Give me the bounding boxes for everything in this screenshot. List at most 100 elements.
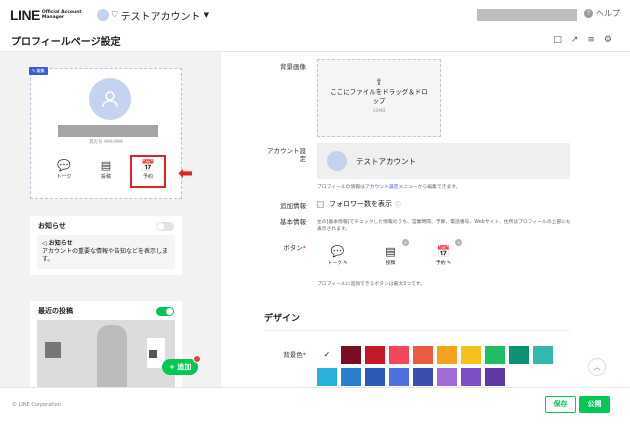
help-label: ヘルプ <box>596 9 620 18</box>
close-icon[interactable]: × <box>455 239 462 246</box>
settings-form: 背景画像 ⇪ ここにファイルをドラッグ＆ドロ ップ 10MB アカウント設定 テ… <box>221 52 630 387</box>
megaphone-icon: ◁ <box>42 240 49 247</box>
buttons-label: ボタン* <box>283 244 306 252</box>
color-swatch[interactable] <box>341 368 361 386</box>
title-toolbar: □ ↗ ≡ ⚙ <box>553 35 612 45</box>
color-swatch[interactable] <box>413 346 433 364</box>
arrow-left-icon: ⬅ <box>178 163 194 184</box>
account-switcher[interactable]: ⛉ テストアカウント ▼ <box>96 8 209 23</box>
follower-count-label: フォロワー数を表示 <box>329 200 392 208</box>
account-avatar <box>96 9 109 21</box>
file-size-limit: 10MB <box>372 109 386 114</box>
bg-image-label: 背景画像 <box>280 63 306 71</box>
preview-buttons: 💬 トーク ▤ 投稿 📅 予約 <box>46 155 166 188</box>
scroll-top-button[interactable]: ︿ <box>588 358 606 376</box>
preview-button-talk[interactable]: 💬 トーク <box>46 159 82 188</box>
color-swatch[interactable]: ✓ <box>317 346 337 364</box>
post-icon: ▤ <box>100 159 112 172</box>
profile-avatar <box>89 78 131 120</box>
preview-button-post[interactable]: ▤ 投稿 <box>88 159 124 188</box>
checkbox[interactable] <box>317 200 324 208</box>
button-item-post[interactable]: × ▤ 投稿 <box>378 239 409 266</box>
external-link-icon[interactable]: ↗ <box>571 35 579 45</box>
color-swatch[interactable] <box>341 346 361 364</box>
button-list: 💬 トーク ✎ × ▤ 投稿 × 📅 予約 ✎ <box>325 239 462 266</box>
notice-title: お知らせ <box>38 222 66 230</box>
button-item-talk[interactable]: 💬 トーク ✎ <box>325 244 350 266</box>
edit-badge[interactable]: ✎ 編集 <box>29 67 48 75</box>
color-swatch[interactable] <box>365 346 385 364</box>
add-button[interactable]: + 追加 <box>162 355 202 375</box>
file-dropzone[interactable]: ⇪ ここにファイルをドラッグ＆ドロ ップ 10MB <box>317 59 441 137</box>
redacted-name <box>58 125 158 137</box>
account-settings-link[interactable]: アカウント設定 <box>365 185 399 190</box>
calendar-icon: 📅 <box>141 159 155 172</box>
color-swatch[interactable] <box>413 368 433 386</box>
color-swatch[interactable] <box>485 346 505 364</box>
color-swatch[interactable] <box>485 368 505 386</box>
upload-icon: ⇪ <box>375 78 383 88</box>
color-swatch[interactable] <box>509 346 529 364</box>
redacted-bar <box>477 9 577 21</box>
notice-body: アカウントの重要な情報や告知などを表示します。 <box>42 248 169 263</box>
notice-content[interactable]: ◁ お知らせ アカウントの重要な情報や告知などを表示します。 <box>37 235 175 269</box>
notice-toggle[interactable] <box>156 221 174 231</box>
divider <box>264 330 570 331</box>
post-icon: ▤ <box>385 245 396 258</box>
posts-title: 最近の投稿 <box>38 307 73 315</box>
account-avatar <box>327 151 347 171</box>
design-heading: デザイン <box>264 314 301 324</box>
post-image-figure <box>97 325 127 387</box>
preview-panel: ✎ 編集 友だち 999,999 💬 トーク ▤ 投稿 📅 予約 お知らせ ◁ お知ら… <box>0 52 221 387</box>
color-swatch[interactable] <box>461 368 481 386</box>
notice-subtitle: ◁ お知らせ <box>42 240 73 247</box>
account-info-box: テストアカウント <box>317 143 570 179</box>
profile-preview[interactable]: ✎ 編集 友だち 999,999 💬 トーク ▤ 投稿 📅 予約 <box>29 67 182 199</box>
account-note: プロフィールの情報はアカウント設定メニューから編集できます。 <box>317 185 461 190</box>
top-bar: LINE Official Account Manager ⛉ テストアカウント … <box>0 0 630 30</box>
gear-icon[interactable]: ⚙ <box>604 35 612 45</box>
drop-text: ここにファイルをドラッグ＆ドロ <box>330 88 428 96</box>
color-swatch[interactable] <box>461 346 481 364</box>
friend-count: 友だち 999,999 <box>89 140 123 145</box>
follower-count-checkbox[interactable]: フォロワー数を表示 ⓘ <box>317 199 401 209</box>
logo-subtext: Official Account Manager <box>41 10 82 20</box>
preview-button-reserve[interactable]: 📅 予約 <box>130 155 166 188</box>
page-title: プロフィールページ設定 <box>11 37 121 48</box>
color-swatch[interactable] <box>533 346 553 364</box>
account-name: テストアカウント <box>120 11 201 23</box>
color-swatch[interactable] <box>389 368 409 386</box>
publish-button[interactable]: 公開 <box>579 396 610 413</box>
chat-icon: 💬 <box>57 159 71 172</box>
drop-text-2: ップ <box>372 97 386 105</box>
post-image[interactable] <box>37 320 175 387</box>
help-link[interactable]: ? ヘルプ <box>584 8 620 19</box>
list-icon[interactable]: ≡ <box>587 35 595 45</box>
notice-card: お知らせ ◁ お知らせ アカウントの重要な情報や告知などを表示します。 <box>30 216 182 275</box>
close-icon[interactable]: × <box>402 239 409 246</box>
save-button[interactable]: 保存 <box>545 396 576 413</box>
color-swatch[interactable] <box>437 346 457 364</box>
color-swatch[interactable] <box>389 346 409 364</box>
post-image-shape <box>45 342 61 358</box>
title-bar: プロフィールページ設定 □ ↗ ≡ ⚙ <box>0 30 630 52</box>
posts-toggle[interactable] <box>156 306 174 316</box>
color-swatch[interactable] <box>317 368 337 386</box>
chevron-down-icon: ▼ <box>203 11 209 19</box>
button-item-reserve[interactable]: × 📅 予約 ✎ <box>431 239 462 266</box>
basic-info-note: 左の[基本情報]でチェックした情報のうち、営業時間、予算、電話番号、Webサイト… <box>317 220 571 232</box>
chat-icon: 💬 <box>330 245 345 258</box>
info-icon[interactable]: ⓘ <box>395 200 401 209</box>
account-name-display: テストアカウント <box>356 156 416 166</box>
color-swatch[interactable] <box>437 368 457 386</box>
account-settings-label: アカウント設定 <box>267 147 306 163</box>
color-swatch[interactable] <box>365 368 385 386</box>
post-image-shape <box>149 350 157 358</box>
preview-icon[interactable]: □ <box>553 35 562 45</box>
line-logo[interactable]: LINE Official Account Manager <box>10 7 82 23</box>
user-icon <box>102 91 118 108</box>
logo-text: LINE <box>10 7 40 23</box>
copyright: © LINE Corporation <box>12 402 61 408</box>
buttons-note: プロフィールに追加できるボタンは最大3つです。 <box>317 282 425 287</box>
posts-card: 最近の投稿 <box>30 301 182 387</box>
